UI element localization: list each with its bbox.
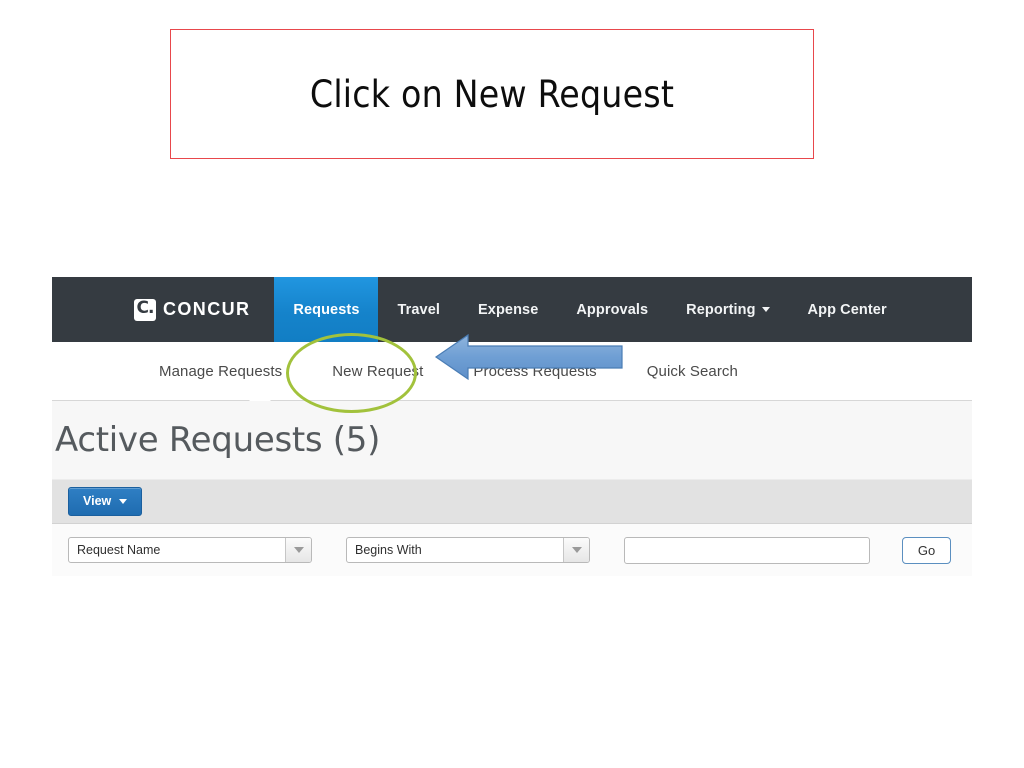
field-select[interactable]: Request Name	[68, 537, 312, 563]
sub-nav-items: Manage Requests New Request Process Requ…	[134, 363, 763, 380]
active-tab-caret-icon	[249, 390, 271, 401]
concur-app-screenshot: C. CONCUR Requests Travel Expense Approv…	[52, 277, 972, 594]
chevron-down-icon	[119, 498, 128, 504]
subnav-item-process-requests[interactable]: Process Requests	[448, 363, 621, 380]
nav-item-expense-label: Expense	[478, 301, 539, 318]
subnav-item-manage-requests[interactable]: Manage Requests	[134, 363, 307, 380]
operator-select-arrow[interactable]	[563, 538, 589, 562]
nav-item-approvals-label: Approvals	[576, 301, 649, 318]
instruction-text: Click on New Request	[309, 72, 675, 116]
page-title: Active Requests (5)	[55, 420, 381, 460]
nav-item-app-center-label: App Center	[807, 301, 887, 318]
chevron-down-icon	[571, 547, 582, 553]
nav-item-approvals[interactable]: Approvals	[557, 277, 667, 342]
slide-canvas: Click on New Request C. CONCUR Requests …	[0, 0, 1024, 768]
nav-item-expense[interactable]: Expense	[459, 277, 557, 342]
field-select-value: Request Name	[77, 543, 161, 557]
top-navigation-bar: C. CONCUR Requests Travel Expense Approv…	[52, 277, 972, 342]
operator-select[interactable]: Begins With	[346, 537, 590, 563]
list-toolbar: View	[52, 480, 972, 524]
concur-logo-icon: C.	[134, 298, 156, 321]
view-button[interactable]: View	[68, 487, 143, 516]
chevron-down-icon	[293, 547, 304, 553]
instruction-callout-box: Click on New Request	[170, 29, 814, 159]
view-button-label: View	[83, 494, 112, 508]
top-nav-items: Requests Travel Expense Approvals Report…	[274, 277, 905, 342]
concur-logo-text: CONCUR	[163, 299, 251, 319]
go-button[interactable]: Go	[902, 536, 951, 564]
nav-item-app-center[interactable]: App Center	[789, 277, 906, 342]
nav-item-travel-label: Travel	[397, 301, 441, 318]
operator-select-value: Begins With	[355, 543, 422, 557]
concur-logo-glyph: C.	[136, 298, 155, 318]
filter-row: Request Name Begins With Go	[52, 524, 972, 576]
search-input[interactable]	[624, 536, 870, 564]
nav-item-requests-label: Requests	[293, 301, 360, 318]
chevron-down-icon	[761, 307, 770, 312]
page-heading-band: Active Requests (5)	[52, 401, 972, 480]
field-select-arrow[interactable]	[285, 538, 311, 562]
concur-logo[interactable]: C. CONCUR	[134, 277, 250, 342]
subnav-item-quick-search[interactable]: Quick Search	[622, 363, 763, 380]
nav-item-requests[interactable]: Requests	[274, 277, 379, 342]
sub-navigation-bar: Manage Requests New Request Process Requ…	[52, 342, 972, 401]
subnav-item-new-request[interactable]: New Request	[307, 363, 448, 380]
nav-item-travel[interactable]: Travel	[378, 277, 459, 342]
nav-item-reporting[interactable]: Reporting	[667, 277, 788, 342]
nav-item-reporting-label: Reporting	[686, 301, 756, 318]
